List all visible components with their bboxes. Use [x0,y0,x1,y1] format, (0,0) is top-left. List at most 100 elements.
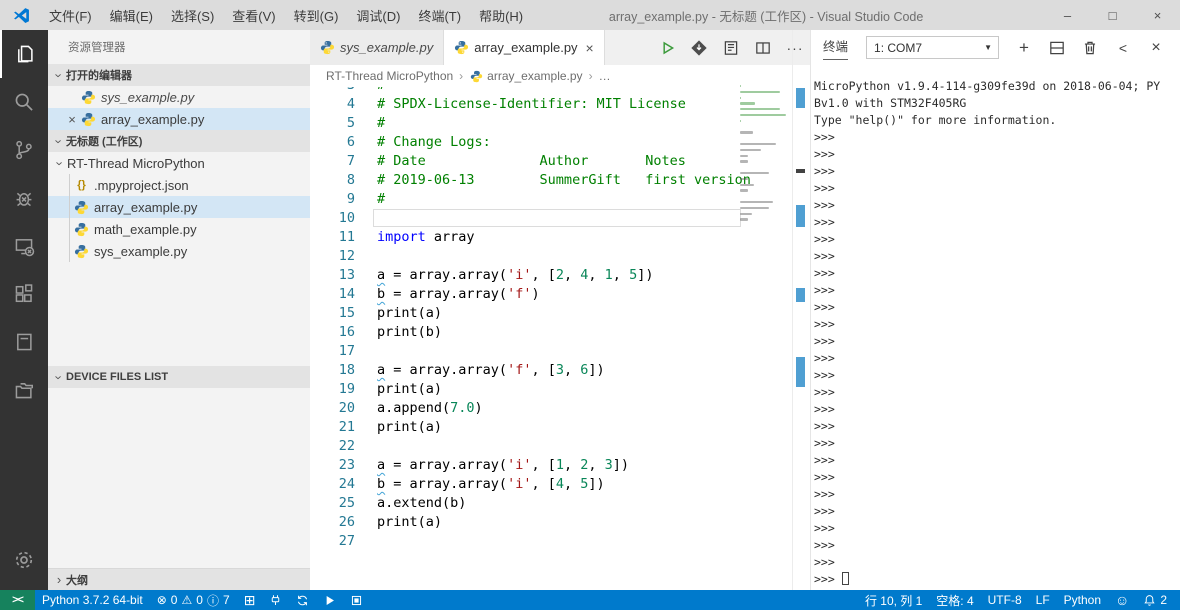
menu-item[interactable]: 调试(D) [347,6,409,25]
close-icon[interactable]: × [64,112,80,127]
notifications-bell[interactable]: 2 [1136,593,1174,607]
open-editor-item[interactable]: sys_example.py [48,86,310,108]
terminal-output[interactable]: MicroPython v1.9.4-114-g309fe39d on 2018… [814,78,1180,590]
menu-item[interactable]: 帮助(H) [470,6,532,25]
source-control-icon[interactable] [0,126,48,174]
line-number: 3 [310,87,355,95]
download-diamond-icon[interactable] [690,39,708,57]
close-panel-icon[interactable]: × [1147,39,1165,57]
split-editor-icon[interactable] [754,39,772,57]
remote-device-icon[interactable] [0,222,48,270]
extensions-icon[interactable] [0,270,48,318]
language-mode[interactable]: Python [1057,593,1108,607]
editor-group: sys_example.py array_example.py × ··· RT… [310,30,810,590]
stop-icon[interactable] [343,594,370,607]
indentation[interactable]: 空格: 4 [929,592,980,609]
menu-item[interactable]: 选择(S) [162,6,223,25]
terminal-prompt-line: >>> [814,283,835,297]
terminal-tab[interactable]: 终端 [823,36,849,60]
line-number: 5 [346,115,355,131]
breadcrumb[interactable]: RT-Thread MicroPython › array_example.py… [310,65,810,87]
terminal-prompt-line: >>> [814,368,835,382]
sync-icon[interactable] [289,594,316,607]
file-label: .mpyproject.json [94,177,189,193]
line-number: 27 [338,533,355,549]
eol-sequence[interactable]: LF [1029,593,1057,607]
close-button[interactable]: × [1135,0,1180,30]
menu-item[interactable]: 查看(V) [223,6,284,25]
kill-terminal-icon[interactable] [1081,39,1099,57]
board-icon[interactable] [722,39,740,57]
chevron-down-icon: › [52,160,68,166]
new-project-icon[interactable]: ⊞ [237,592,263,609]
open-editor-item[interactable]: × array_example.py [48,108,310,130]
tab-close-icon[interactable]: × [586,40,594,56]
folders-icon[interactable] [0,366,48,414]
line-number: 20 [338,400,355,416]
file-label: sys_example.py [101,89,195,105]
cursor-position[interactable]: 行 10, 列 1 [858,592,929,609]
section-device-files[interactable]: › DEVICE FILES LIST [48,366,310,388]
section-outline[interactable]: › 大纲 [48,568,310,590]
settings-gear-icon[interactable] [0,536,48,584]
run-icon[interactable] [316,594,343,607]
error-icon: ⊗ [156,593,167,607]
code-area[interactable]: 3#4# SPDX-License-Identifier: MIT Licens… [310,87,810,590]
tab-label: sys_example.py [340,40,434,55]
terminal-input-line[interactable]: >>> [814,571,1180,588]
breadcrumb-file[interactable]: array_example.py [487,69,582,83]
terminal-selector[interactable]: 1: COM7 ▼ [866,36,1000,59]
search-icon[interactable] [0,78,48,126]
code-line: 24 b = array.array('i', [4, 5]) [310,475,810,494]
chevron-icon[interactable]: < [1114,39,1132,57]
problems-indicator[interactable]: ⊗ 0 ⚠ 0 ⓘ 7 [150,592,237,609]
line-number: 23 [338,457,355,473]
debug-icon[interactable] [0,174,48,222]
minimize-button[interactable]: – [1045,0,1090,30]
terminal-prompt-line: >>> [814,181,835,195]
menu-item[interactable]: 编辑(E) [101,6,162,25]
terminal-prompt-line: >>> [814,402,835,416]
tree-file-item[interactable]: array_example.py [48,196,310,218]
line-number: 24 [338,476,355,492]
minimap-line [740,166,788,168]
plug-icon[interactable] [262,594,289,607]
minimap-line [740,90,780,94]
remote-indicator[interactable]: >< [0,590,35,610]
breadcrumb-tail[interactable]: … [599,69,611,83]
python-interpreter[interactable]: Python 3.7.2 64-bit [35,593,150,607]
terminal-prompt-line: >>> [814,419,835,433]
section-workspace[interactable]: › 无标题 (工作区) [48,130,310,152]
file-label: array_example.py [94,199,198,215]
file-tree: › RT-Thread MicroPython {} .mpyproject.jso… [48,152,310,262]
menubar: 文件(F) 编辑(E) 选择(S) 查看(V) 转到(G) 调试(D) 终端(T) 帮助(H) [40,6,532,25]
project-files-icon[interactable] [0,318,48,366]
new-terminal-icon[interactable]: + [1015,38,1033,57]
terminal-prompt-line: >>> [814,300,835,314]
tree-file-item[interactable]: {} .mpyproject.json [48,174,310,196]
tree-file-item[interactable]: math_example.py [48,218,310,240]
tab-sys-example[interactable]: sys_example.py [310,30,445,65]
minimap-line [740,206,770,210]
minimap[interactable] [740,85,788,230]
menu-item[interactable]: 文件(F) [40,6,101,25]
terminal-prompt-line: >>> [814,487,835,501]
tree-file-item[interactable]: sys_example.py [48,240,310,262]
breadcrumb-root[interactable]: RT-Thread MicroPython [326,69,453,83]
activity-bar [0,30,48,590]
tree-folder-rt-thread[interactable]: › RT-Thread MicroPython [48,152,310,174]
menu-item[interactable]: 转到(G) [285,6,348,25]
tab-array-example[interactable]: array_example.py × [444,30,605,65]
section-open-editors[interactable]: › 打开的编辑器 [48,64,310,86]
menu-item[interactable]: 终端(T) [409,6,470,25]
encoding[interactable]: UTF-8 [981,593,1029,607]
split-terminal-icon[interactable] [1048,39,1066,57]
explorer-icon[interactable] [0,30,48,78]
feedback-smiley-icon[interactable]: ☺ [1108,592,1136,608]
overview-ruler[interactable] [792,30,810,590]
line-number: 26 [338,514,355,530]
chevron-down-icon: › [51,374,67,380]
run-file-icon[interactable] [658,39,676,57]
line-number: 6 [346,134,355,150]
maximize-button[interactable]: □ [1090,0,1135,30]
